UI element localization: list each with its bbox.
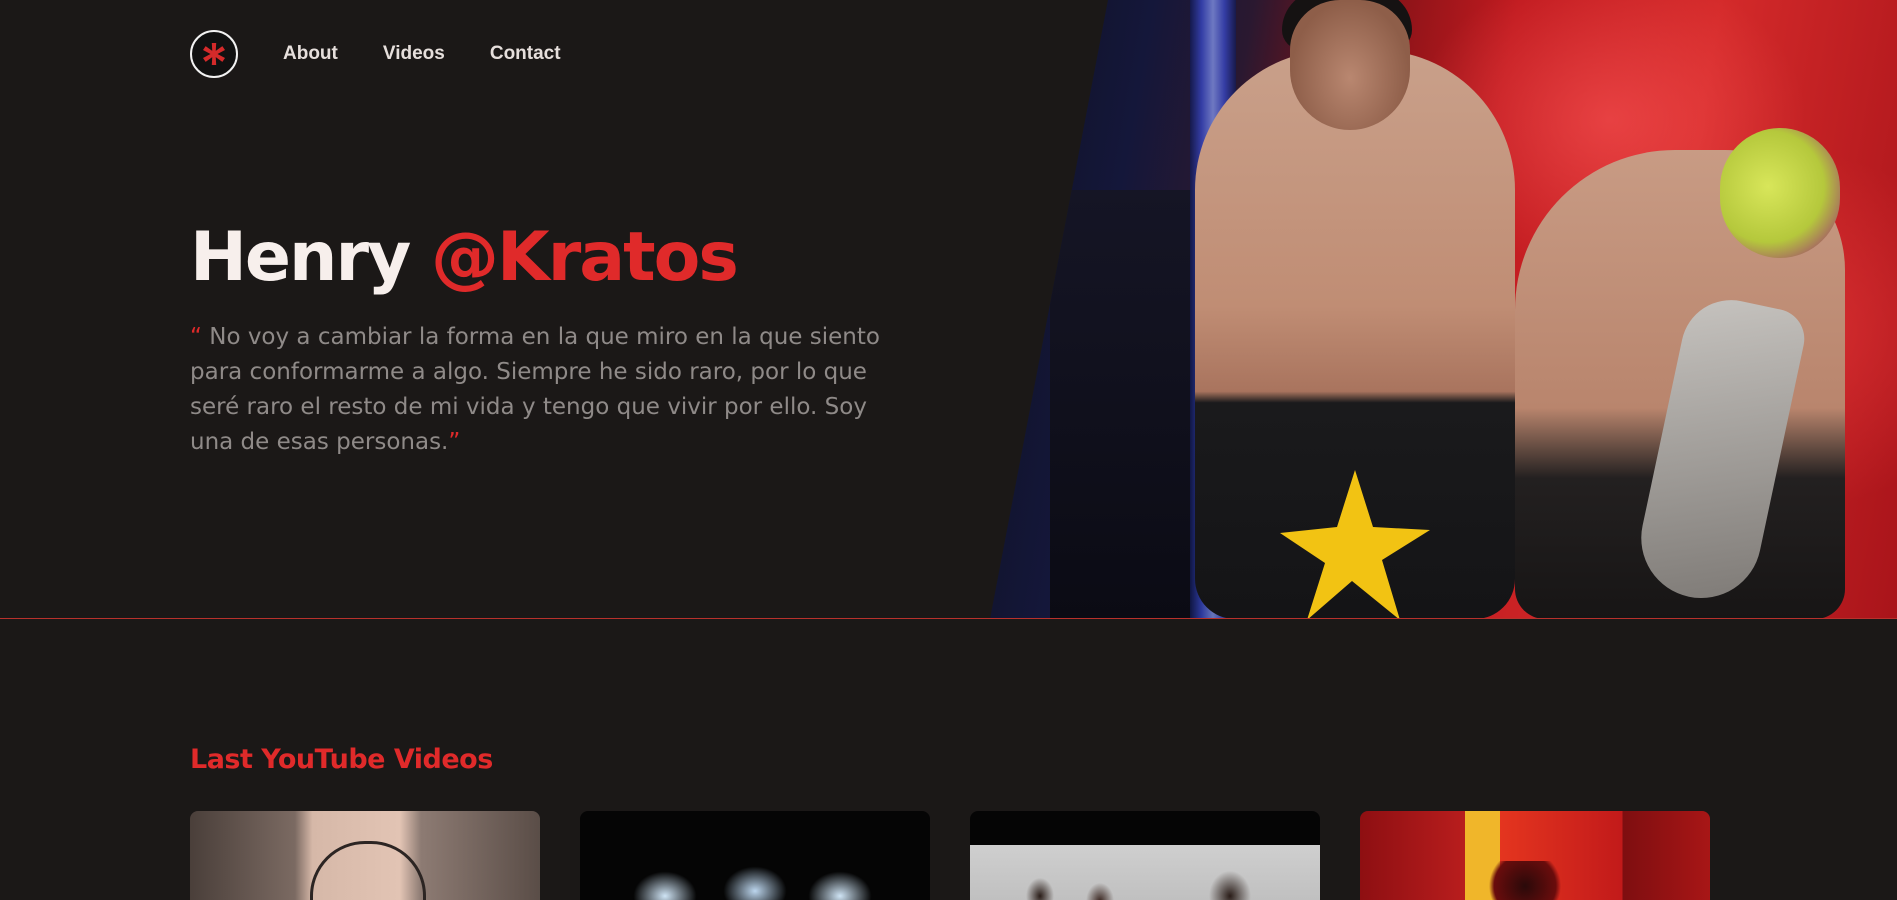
nav-link-videos[interactable]: Videos [383, 43, 445, 65]
hero-title: Henry @Kratos [190, 218, 739, 297]
video-card-1[interactable] [190, 811, 540, 900]
video-card-2[interactable] [580, 811, 930, 900]
video-card-3[interactable] [970, 811, 1320, 900]
hero-section: About Videos Contact Henry @Kratos “ No … [0, 0, 1897, 619]
band-concert-photo [990, 0, 1897, 618]
videos-section-title: Last YouTube Videos [190, 744, 493, 775]
video-card-4[interactable] [1360, 811, 1710, 900]
quote-text: No voy a cambiar la forma en la que miro… [190, 324, 880, 455]
singer-head [1290, 0, 1410, 130]
nav-link-contact[interactable]: Contact [490, 43, 561, 65]
hero-quote: “ No voy a cambiar la forma en la que mi… [190, 320, 910, 460]
quote-open-mark: “ [190, 324, 202, 350]
bassist-head [1720, 128, 1840, 258]
nav-link-about[interactable]: About [283, 43, 338, 65]
asterisk-logo-icon [203, 43, 225, 65]
main-nav: About Videos Contact [190, 30, 561, 78]
rhcp-logo[interactable] [190, 30, 238, 78]
hero-title-handle: @Kratos [431, 218, 739, 297]
quote-close-mark: ” [448, 429, 461, 455]
hero-title-name: Henry [190, 218, 411, 297]
